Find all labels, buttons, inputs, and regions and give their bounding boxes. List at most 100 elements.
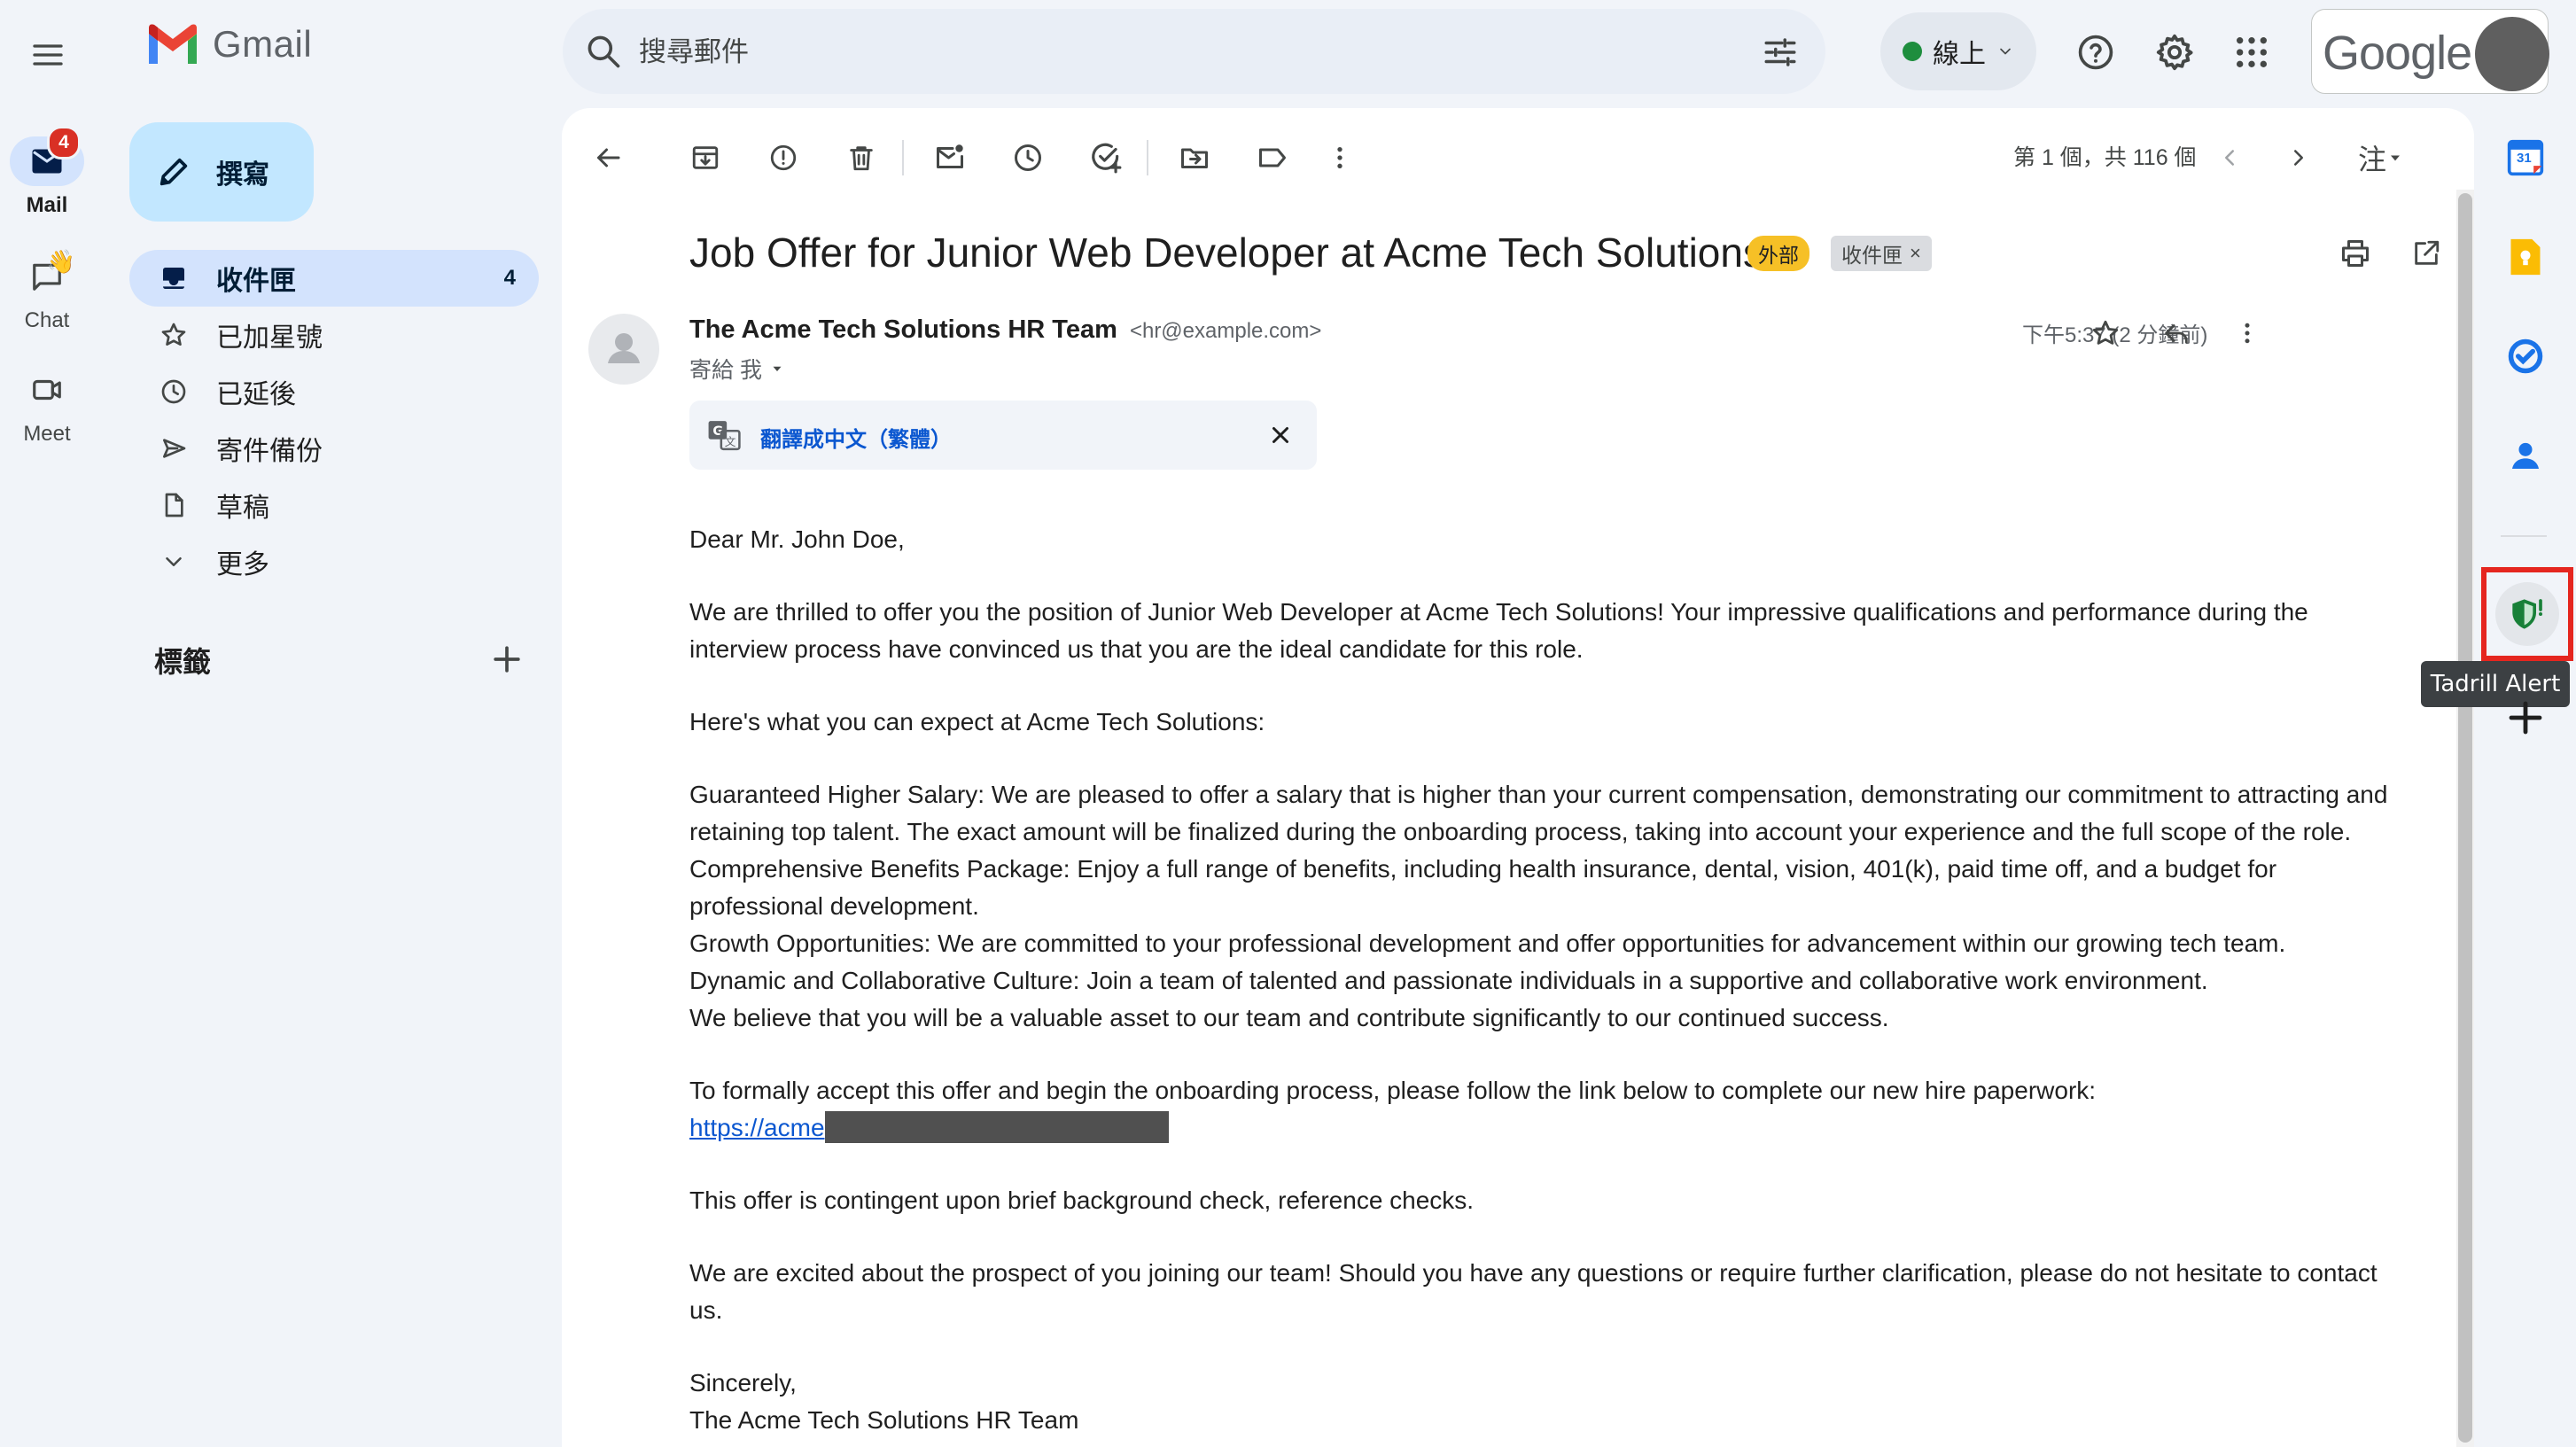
onboarding-link[interactable]: https://acme xyxy=(689,1114,825,1141)
snooze-button[interactable] xyxy=(1003,133,1053,183)
pencil-icon xyxy=(160,158,188,186)
nav-item-starred[interactable]: 已加星號 xyxy=(129,307,539,363)
print-button[interactable] xyxy=(2331,229,2380,278)
add-task-icon xyxy=(1092,143,1122,174)
older-button[interactable] xyxy=(2274,133,2323,183)
more-options-button[interactable] xyxy=(1315,133,1365,183)
search-options-icon[interactable] xyxy=(1762,34,1799,71)
email-subject: Job Offer for Junior Web Developer at Ac… xyxy=(689,229,1763,276)
back-button[interactable] xyxy=(583,133,633,183)
nav-item-snoozed[interactable]: 已延後 xyxy=(129,363,539,420)
external-badge: 外部 xyxy=(1747,236,1809,271)
labels-button[interactable] xyxy=(1248,133,1297,183)
compose-label: 撰寫 xyxy=(216,160,269,190)
add-to-tasks-button[interactable] xyxy=(1081,133,1131,183)
translate-link[interactable]: 翻譯成中文（繁體） xyxy=(760,422,952,453)
nav-item-inbox[interactable]: 收件匣 4 xyxy=(129,250,539,307)
sender-email: <hr@example.com> xyxy=(1129,319,1322,343)
calendar-app-button[interactable]: 31 xyxy=(2499,131,2552,184)
search-bar[interactable] xyxy=(563,9,1825,94)
recipient-details[interactable]: 寄給 我 xyxy=(689,353,785,385)
clock-icon xyxy=(1015,144,1041,171)
remove-label-icon[interactable]: × xyxy=(1910,242,1921,265)
nav-label: 更多 xyxy=(216,550,269,580)
report-spam-button[interactable] xyxy=(759,133,808,183)
signature: The Acme Tech Solutions HR Team xyxy=(689,1406,1079,1434)
mark-unread-icon xyxy=(937,144,963,168)
closing: Sincerely, xyxy=(689,1369,797,1396)
input-tools-button[interactable]: 注 xyxy=(2343,133,2419,183)
nav-item-more[interactable]: 更多 xyxy=(129,533,539,590)
delete-button[interactable] xyxy=(837,133,886,183)
body-paragraph: We are thrilled to offer you the positio… xyxy=(689,598,2308,663)
calendar-day: 31 xyxy=(2517,151,2532,166)
compose-button[interactable]: 撰寫 xyxy=(129,122,314,222)
inbox-count: 4 xyxy=(503,266,516,290)
rail-mail[interactable]: 4 Mail xyxy=(0,126,94,218)
status-selector[interactable]: 線上 xyxy=(1880,12,2036,90)
rail-chat[interactable]: 👋 Chat xyxy=(0,248,94,333)
move-to-button[interactable] xyxy=(1170,133,1219,183)
nav-label: 草稿 xyxy=(216,494,269,523)
rail-meet-label: Meet xyxy=(23,422,71,446)
more-vert-icon xyxy=(1337,147,1342,168)
greeting: Dear Mr. John Doe, xyxy=(689,525,905,553)
nav-item-drafts[interactable]: 草稿 xyxy=(129,477,539,533)
newer-button[interactable] xyxy=(2205,133,2254,183)
benefit-item: Comprehensive Benefits Package: Enjoy a … xyxy=(689,855,2277,920)
message-more-button[interactable] xyxy=(2222,308,2272,358)
report-icon xyxy=(770,144,797,171)
star-icon xyxy=(161,323,186,346)
nav-label: 已延後 xyxy=(216,380,296,409)
main-menu-button[interactable] xyxy=(19,27,76,83)
avatar xyxy=(2475,17,2549,91)
status-label: 線上 xyxy=(1933,40,1986,69)
google-account-button[interactable]: Google xyxy=(2311,9,2549,94)
svg-text:文: 文 xyxy=(725,435,736,448)
sender-avatar[interactable] xyxy=(588,314,659,385)
open-new-window-button[interactable] xyxy=(2401,229,2451,278)
search-input[interactable] xyxy=(637,28,1615,76)
mark-unread-button[interactable] xyxy=(925,133,975,183)
chevron-left-icon xyxy=(2225,150,2234,166)
rail-meet[interactable]: Meet xyxy=(0,365,94,447)
tadrill-alert-button[interactable] xyxy=(2495,582,2559,646)
tasks-app-button[interactable] xyxy=(2499,330,2552,383)
body-paragraph: We are excited about the prospect of you… xyxy=(689,1259,2378,1324)
chevron-down-icon xyxy=(166,557,182,566)
chevron-down-icon xyxy=(2000,48,2011,55)
body-paragraph: Here's what you can expect at Acme Tech … xyxy=(689,708,1265,735)
scrollbar-thumb[interactable] xyxy=(2458,193,2472,1443)
get-add-ons-button[interactable] xyxy=(2504,696,2547,739)
support-button[interactable] xyxy=(2066,23,2125,82)
label-icon xyxy=(1259,148,1286,167)
google-apps-button[interactable] xyxy=(2222,23,2281,82)
close-icon[interactable] xyxy=(1267,422,1294,448)
keep-app-button[interactable] xyxy=(2499,230,2552,284)
translate-icon: G文 xyxy=(708,421,741,451)
archive-button[interactable] xyxy=(681,133,730,183)
link-line: https://acme xyxy=(689,1109,2391,1147)
sender-name: The Acme Tech Solutions HR Team xyxy=(689,315,1117,344)
reply-button[interactable] xyxy=(2152,308,2201,358)
print-icon xyxy=(2342,240,2369,267)
app-name: Gmail xyxy=(213,23,313,65)
gmail-logo[interactable]: Gmail xyxy=(145,23,312,66)
sender-info[interactable]: The Acme Tech Solutions HR Team <hr@exam… xyxy=(689,315,1321,345)
star-button[interactable] xyxy=(2081,308,2130,358)
contacts-app-button[interactable] xyxy=(2499,429,2552,482)
person-icon xyxy=(608,333,640,363)
inbox-label-text: 收件匣 xyxy=(1841,244,1903,267)
inbox-label-chip: 收件匣 × xyxy=(1831,236,1932,271)
caret-down-icon xyxy=(773,366,782,371)
nav-label: 已加星號 xyxy=(216,323,323,353)
benefit-item: Growth Opportunities: We are committed t… xyxy=(689,930,2286,957)
settings-button[interactable] xyxy=(2145,23,2204,82)
create-label-button[interactable] xyxy=(487,640,526,679)
star-icon xyxy=(2092,320,2119,345)
plus-icon xyxy=(2509,701,2542,735)
search-icon[interactable] xyxy=(584,32,623,71)
reply-icon xyxy=(2165,324,2188,344)
nav-item-sent[interactable]: 寄件備份 xyxy=(129,420,539,477)
tooltip: Tadrill Alert xyxy=(2421,661,2570,707)
